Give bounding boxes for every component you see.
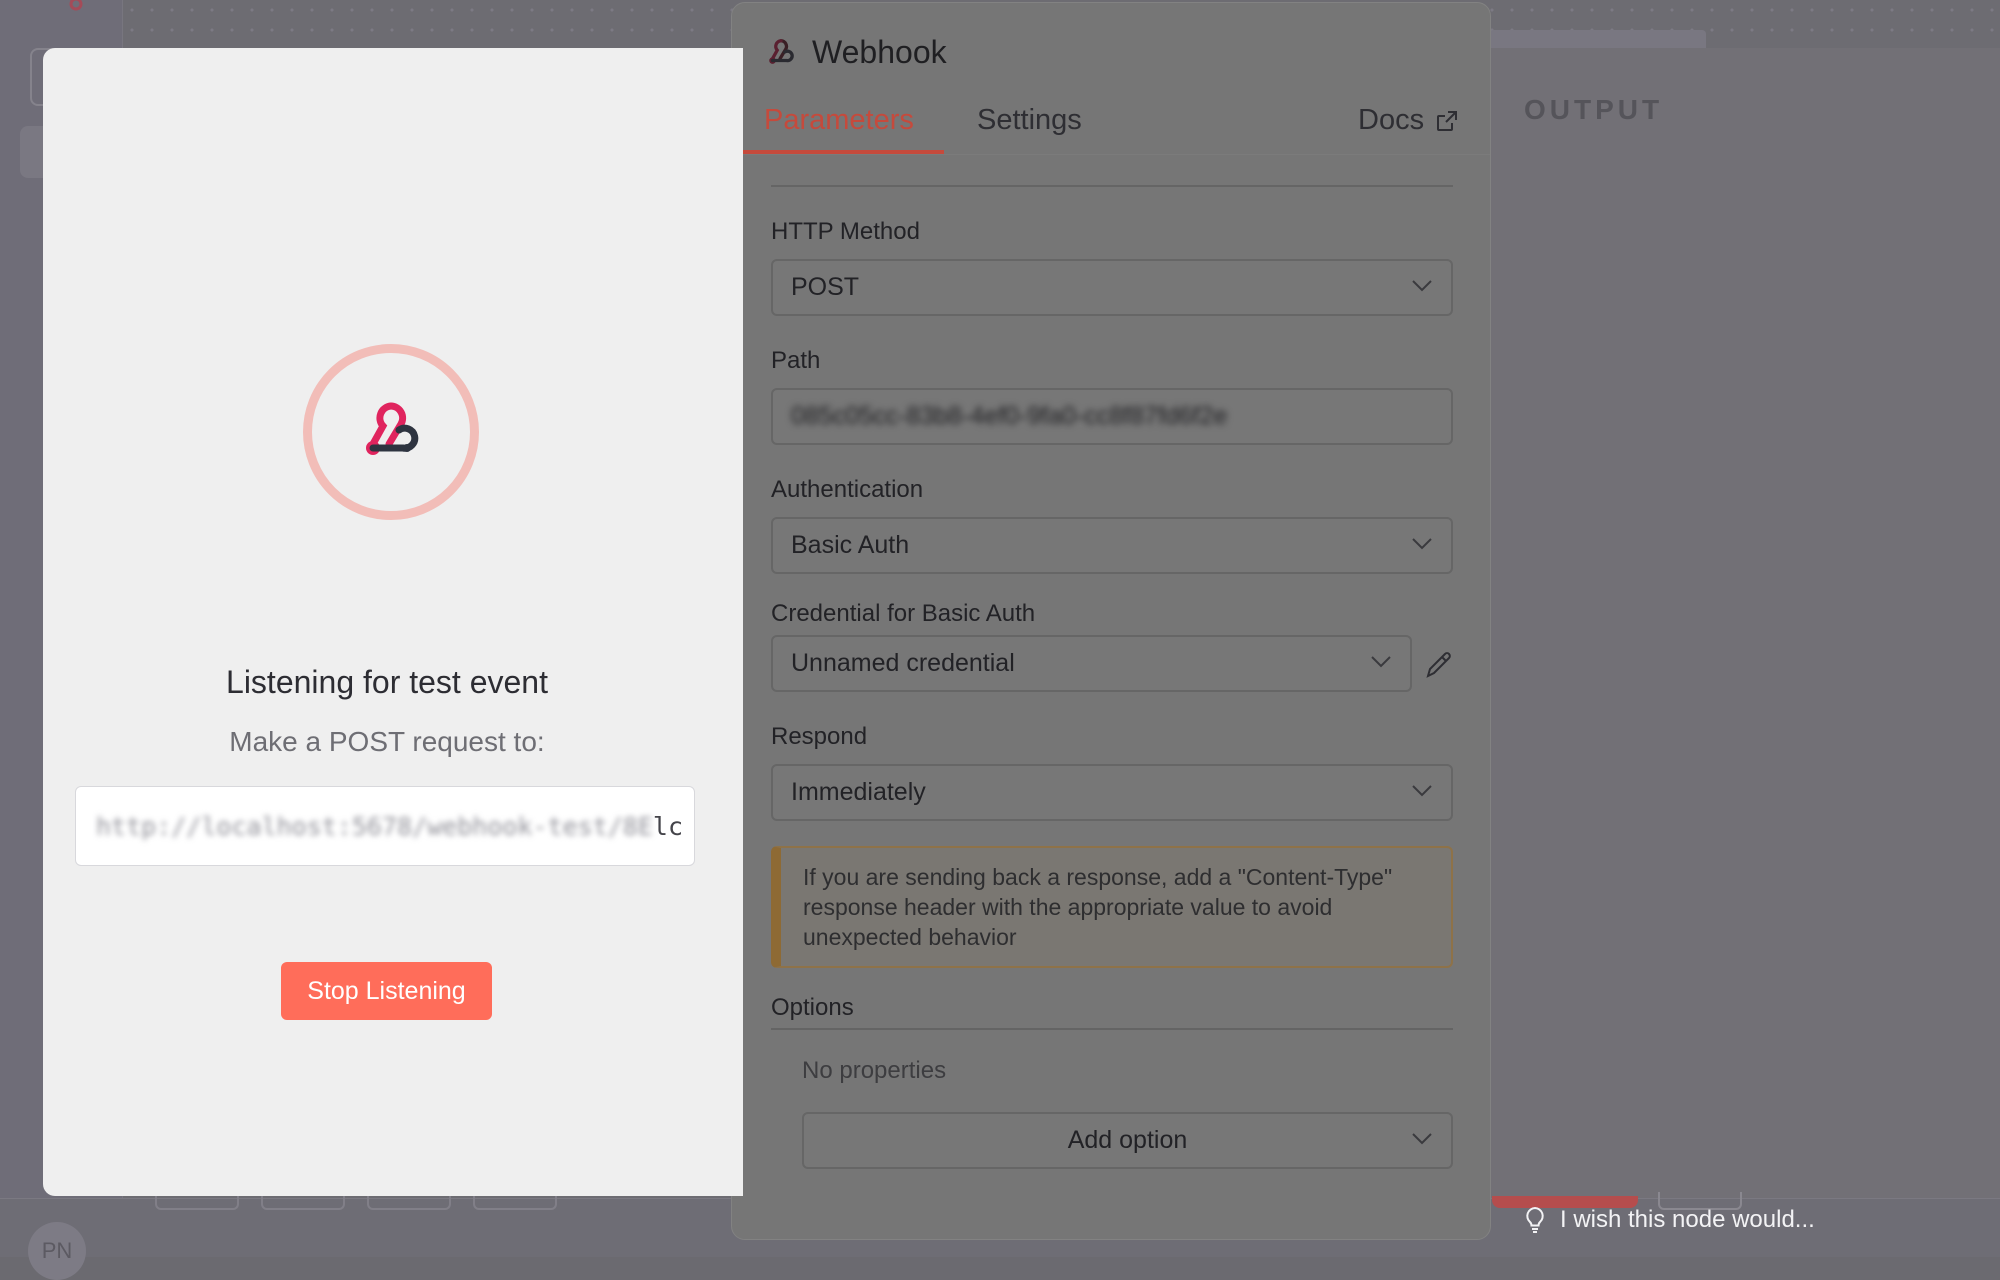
feedback-text: I wish this node would... bbox=[1560, 1206, 1815, 1233]
chevron-down-icon bbox=[1412, 538, 1432, 550]
chevron-down-icon bbox=[1412, 280, 1432, 292]
webhook-url-field[interactable]: http://localhost:5678/webhook-test/8E lc bbox=[75, 786, 695, 866]
respond-value: Immediately bbox=[791, 778, 926, 806]
response-header-notice: If you are sending back a response, add … bbox=[771, 846, 1453, 968]
webhook-icon bbox=[769, 38, 794, 64]
chevron-down-icon bbox=[1371, 656, 1391, 668]
node-header: Webhook bbox=[764, 34, 947, 71]
http-method-value: POST bbox=[791, 273, 860, 301]
webhook-url-obscured: http://localhost:5678/webhook-test/8E bbox=[96, 811, 653, 841]
output-panel bbox=[1490, 48, 2000, 1198]
chevron-down-icon bbox=[1412, 1133, 1432, 1145]
path-input[interactable]: 085c05cc-83b8-4ef0-9fa0-cc8f87fd6f2e bbox=[771, 388, 1453, 445]
no-properties-text: No properties bbox=[802, 1057, 947, 1084]
add-option-label: Add option bbox=[1067, 1126, 1188, 1154]
http-method-select[interactable]: POST bbox=[771, 259, 1453, 316]
output-panel-title: OUTPUT bbox=[1524, 94, 1664, 125]
respond-label: Respond bbox=[771, 723, 868, 750]
tab-docs[interactable]: Docs bbox=[1358, 104, 1458, 137]
listening-panel bbox=[43, 48, 743, 1196]
tab-parameters[interactable]: Parameters bbox=[764, 104, 914, 137]
listening-title: Listening for test event bbox=[226, 664, 548, 700]
chevron-down-icon bbox=[1412, 785, 1432, 797]
respond-select[interactable]: Immediately bbox=[771, 764, 1453, 821]
feedback-link[interactable]: I wish this node would... bbox=[1524, 1206, 1815, 1234]
node-title: Webhook bbox=[812, 34, 947, 70]
path-label: Path bbox=[771, 347, 821, 374]
avatar[interactable]: PN bbox=[28, 1222, 86, 1280]
webhook-icon bbox=[366, 402, 419, 455]
credential-select[interactable]: Unnamed credential bbox=[771, 635, 1412, 692]
edit-credential-icon[interactable] bbox=[1424, 650, 1454, 680]
options-header: Options bbox=[771, 994, 854, 1021]
external-link-icon bbox=[1437, 110, 1458, 131]
tab-docs-label: Docs bbox=[1358, 104, 1425, 136]
tabbar-divider bbox=[732, 154, 1490, 155]
credential-value: Unnamed credential bbox=[791, 649, 1015, 677]
webhook-trigger-indicator bbox=[303, 344, 479, 520]
app-logo-icon bbox=[69, 0, 83, 11]
path-value: 085c05cc-83b8-4ef0-9fa0-cc8f87fd6f2e bbox=[791, 402, 1228, 430]
tab-settings[interactable]: Settings bbox=[977, 104, 1082, 137]
authentication-value: Basic Auth bbox=[791, 531, 910, 559]
section-divider bbox=[771, 185, 1453, 187]
lightbulb-icon bbox=[1526, 1206, 1544, 1233]
options-divider bbox=[771, 1028, 1453, 1030]
add-option-button[interactable]: Add option bbox=[802, 1112, 1453, 1169]
authentication-select[interactable]: Basic Auth bbox=[771, 517, 1453, 574]
http-method-label: HTTP Method bbox=[771, 218, 920, 245]
authentication-label: Authentication bbox=[771, 476, 924, 503]
listening-subtitle: Make a POST request to: bbox=[229, 726, 545, 757]
stop-listening-button[interactable]: Stop Listening bbox=[281, 962, 492, 1020]
credential-label: Credential for Basic Auth bbox=[771, 600, 1036, 627]
webhook-url-tail: lc bbox=[652, 811, 684, 841]
